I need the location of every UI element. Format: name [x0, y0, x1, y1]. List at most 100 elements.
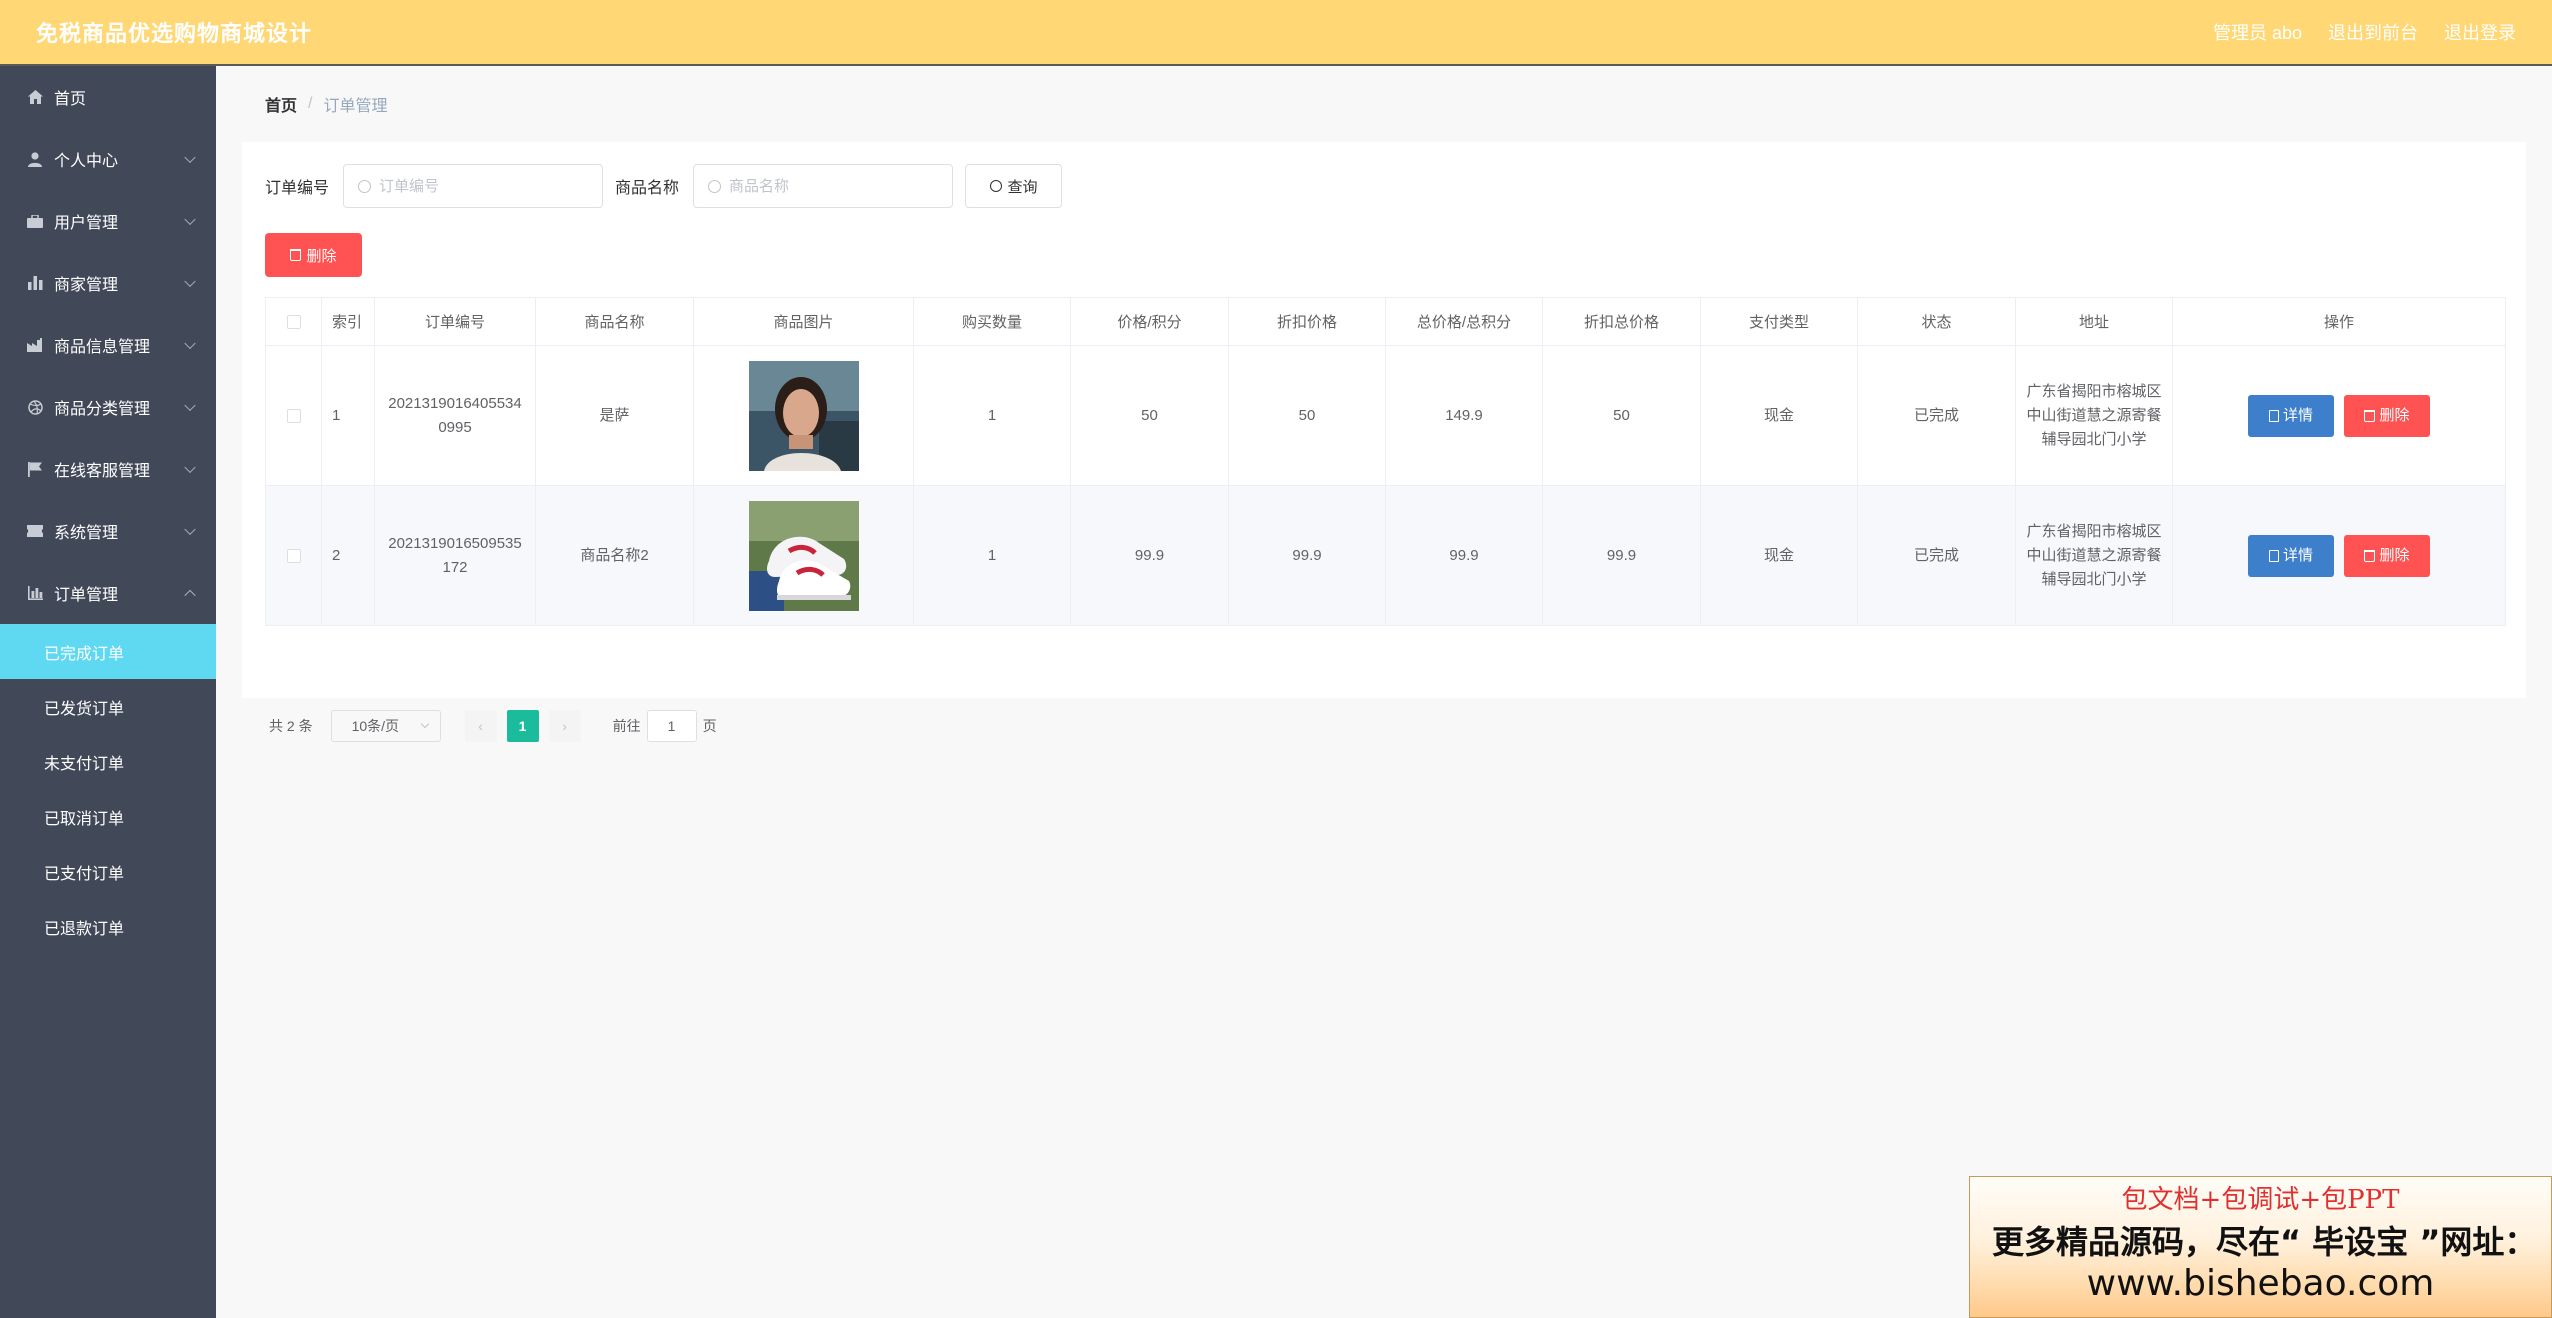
batch-delete-button[interactable]: 删除	[265, 233, 362, 277]
sidebar-item-product-info[interactable]: 商品信息管理	[0, 314, 216, 376]
page-size-select[interactable]: 10条/页	[330, 710, 441, 742]
factory-icon	[26, 336, 44, 354]
main-content: 首页 / 订单管理 订单编号 商品名称 查询 删除	[216, 66, 2552, 1318]
flag-icon	[26, 460, 44, 478]
trash-icon	[290, 249, 302, 261]
banner-line-2: 更多精品源码，尽在“ 毕设宝 ”网址：	[1992, 1223, 2537, 1261]
sidebar-item-users[interactable]: 用户管理	[0, 190, 216, 252]
ticket-icon	[26, 522, 44, 540]
product-photo-portrait	[748, 360, 859, 471]
table-row: 2 2021319016509535172 商品名称2 1 99.9 99.9 …	[265, 485, 2506, 626]
document-icon	[2268, 549, 2279, 562]
sidebar-subitem-shipped-orders[interactable]: 已发货订单	[0, 679, 216, 734]
column-header: 折扣价格	[1228, 297, 1386, 346]
trash-icon	[2364, 409, 2376, 422]
status-cell: 已完成	[1857, 485, 2016, 626]
pay-type-cell: 现金	[1700, 345, 1858, 486]
next-page-button[interactable]: ›	[548, 710, 581, 742]
page-number-current[interactable]: 1	[506, 710, 539, 742]
total-count: 共 2 条	[269, 718, 313, 734]
product-photo-sneakers	[748, 500, 859, 611]
actions-cell: 详情 删除	[2172, 485, 2506, 626]
product-name-field[interactable]	[693, 164, 954, 208]
delete-button-label: 删除	[2379, 406, 2410, 424]
search-icon	[708, 179, 722, 193]
prev-page-button[interactable]: ‹	[464, 710, 497, 742]
discount-total-cell: 99.9	[1542, 485, 1701, 626]
banner-url: www.bishebao.com	[2086, 1263, 2435, 1304]
total-price-cell: 149.9	[1385, 345, 1543, 486]
order-no-field[interactable]	[343, 164, 604, 208]
chevron-down-icon	[184, 461, 196, 474]
index-cell: 2	[321, 485, 375, 626]
sidebar-subitem-unpaid-orders[interactable]: 未支付订单	[0, 734, 216, 789]
column-header: 购买数量	[913, 297, 1071, 346]
delete-button[interactable]: 删除	[2344, 394, 2430, 437]
column-header: 操作	[2172, 297, 2506, 346]
order-no-cell: 2021319016509535172	[374, 485, 536, 626]
detail-button[interactable]: 详情	[2248, 394, 2334, 437]
logout-link[interactable]: 退出登录	[2444, 19, 2516, 45]
sidebar-item-merchants[interactable]: 商家管理	[0, 252, 216, 314]
total-price-cell: 99.9	[1385, 485, 1543, 626]
select-all-cell	[265, 297, 322, 346]
document-icon	[2268, 409, 2279, 422]
quantity-cell: 1	[913, 345, 1071, 486]
dribbble-icon	[26, 398, 44, 416]
product-name-input[interactable]	[729, 177, 930, 195]
sidebar-item-online-service[interactable]: 在线客服管理	[0, 438, 216, 500]
sidebar-item-profile[interactable]: 个人中心	[0, 128, 216, 190]
breadcrumb-separator: /	[308, 95, 313, 112]
breadcrumb: 首页 / 订单管理	[265, 92, 387, 116]
table-header-row: 索引 订单编号 商品名称 商品图片 购买数量 价格/积分 折扣价格 总价格/总积…	[265, 297, 2506, 346]
sidebar-item-orders[interactable]: 订单管理	[0, 562, 216, 624]
orders-table: 索引 订单编号 商品名称 商品图片 购买数量 价格/积分 折扣价格 总价格/总积…	[265, 297, 2506, 626]
search-icon	[989, 180, 1002, 192]
app-title: 免税商品优选购物商城设计	[36, 21, 313, 46]
sidebar-subitem-paid-orders[interactable]: 已支付订单	[0, 844, 216, 899]
sidebar-item-label: 商家管理	[54, 277, 119, 294]
top-header: 免税商品优选购物商城设计 管理员 abo 退出到前台 退出登录	[0, 0, 2552, 66]
breadcrumb-current: 订单管理	[323, 98, 388, 115]
select-all-checkbox[interactable]	[286, 315, 301, 330]
price-cell: 99.9	[1070, 485, 1229, 626]
sidebar-item-label: 商品信息管理	[54, 339, 151, 356]
sidebar-item-system[interactable]: 系统管理	[0, 500, 216, 562]
row-checkbox[interactable]	[286, 408, 301, 423]
exit-to-front-link[interactable]: 退出到前台	[2328, 19, 2418, 45]
query-button-label: 查询	[1007, 178, 1038, 196]
goto-page-input[interactable]	[646, 710, 697, 742]
order-no-label: 订单编号	[265, 180, 330, 197]
chevron-down-icon	[420, 719, 429, 729]
detail-button[interactable]: 详情	[2248, 534, 2334, 577]
promo-banner: 包文档+包调试+包PPT 更多精品源码，尽在“ 毕设宝 ”网址： www.bis…	[1969, 1176, 2552, 1318]
sidebar-item-categories[interactable]: 商品分类管理	[0, 376, 216, 438]
sidebar-item-label: 系统管理	[54, 525, 119, 542]
sidebar-subitem-refunded-orders[interactable]: 已退款订单	[0, 899, 216, 954]
column-header: 索引	[321, 297, 375, 346]
goto-label: 前往	[612, 718, 641, 734]
sidebar-item-label: 订单管理	[54, 587, 119, 604]
admin-name: 管理员 abo	[2212, 23, 2302, 43]
detail-button-label: 详情	[2282, 546, 2313, 564]
order-no-cell: 20213190164055340995	[374, 345, 536, 486]
chevron-down-icon	[184, 337, 196, 350]
sidebar-subitem-completed-orders[interactable]: 已完成订单	[0, 624, 216, 679]
orders-card: 订单编号 商品名称 查询 删除	[242, 142, 2526, 742]
sidebar-subitem-cancelled-orders[interactable]: 已取消订单	[0, 789, 216, 844]
chevron-down-icon	[184, 151, 196, 164]
query-button[interactable]: 查询	[965, 164, 1063, 208]
order-no-input[interactable]	[379, 177, 580, 195]
breadcrumb-home[interactable]: 首页	[265, 92, 297, 116]
column-header: 订单编号	[374, 297, 536, 346]
discount-price-cell: 99.9	[1228, 485, 1386, 626]
address-cell: 广东省揭阳市榕城区中山街道慧之源寄餐辅导园北门小学	[2015, 345, 2173, 486]
row-checkbox[interactable]	[286, 548, 301, 563]
banner-line-1: 包文档+包调试+包PPT	[2121, 1185, 2400, 1215]
address-cell: 广东省揭阳市榕城区中山街道慧之源寄餐辅导园北门小学	[2015, 485, 2173, 626]
delete-button[interactable]: 删除	[2344, 534, 2430, 577]
product-name-cell: 商品名称2	[535, 485, 694, 626]
sidebar-item-home[interactable]: 首页	[0, 66, 216, 128]
column-header: 商品图片	[693, 297, 914, 346]
row-select-cell	[265, 485, 322, 626]
